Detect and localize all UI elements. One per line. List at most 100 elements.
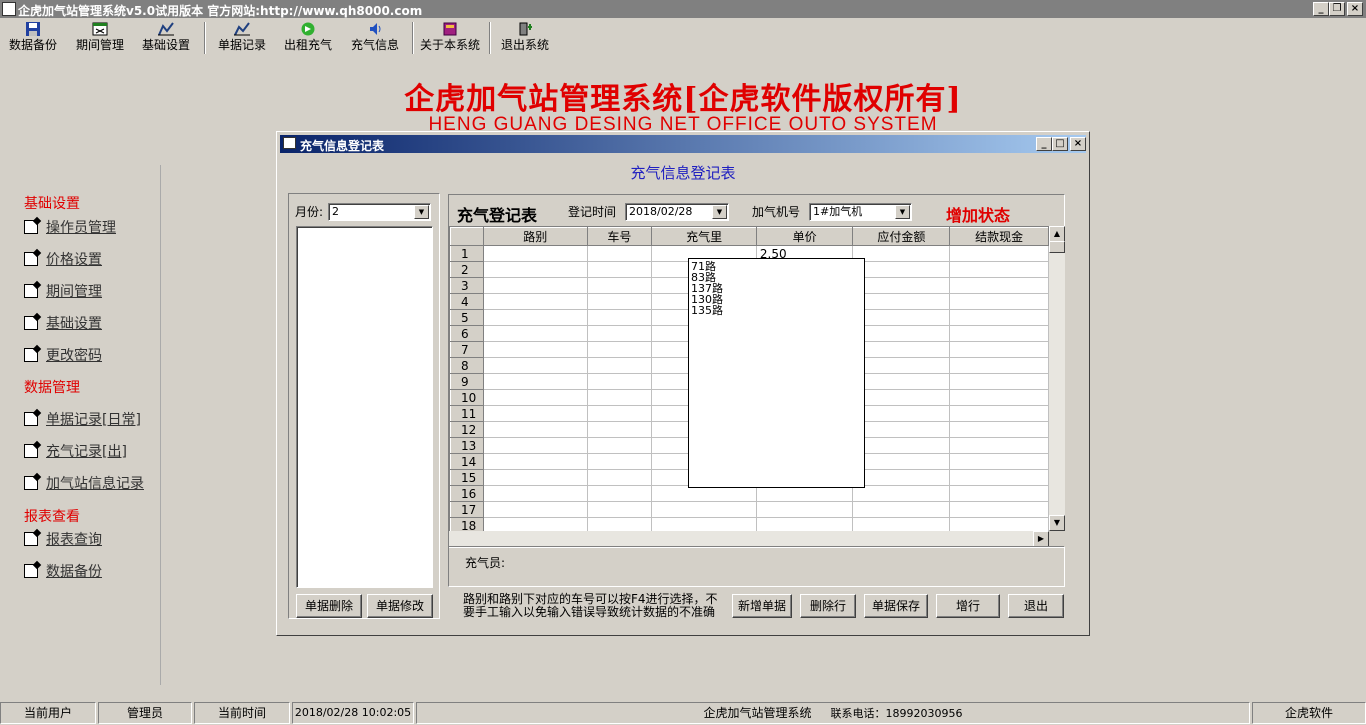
cell-cash[interactable] <box>949 309 1049 326</box>
cell-route[interactable] <box>482 437 588 454</box>
cell-cash[interactable] <box>949 325 1049 342</box>
cell-plate[interactable] <box>586 421 653 438</box>
cell-route[interactable] <box>482 405 588 422</box>
sidebar-item-report-query[interactable]: 报表查询 <box>24 529 102 549</box>
minimize-button[interactable]: _ <box>1313 2 1329 16</box>
restore-button[interactable]: ❐ <box>1329 2 1345 16</box>
cell-payable[interactable] <box>852 469 951 486</box>
cell-route[interactable] <box>482 325 588 342</box>
cell-payable[interactable] <box>852 389 951 406</box>
cell-route[interactable] <box>482 389 588 406</box>
new-bill-button[interactable]: 新增单据 <box>732 594 792 618</box>
route-dropdown-list[interactable]: 71路 83路 137路 130路 135路 <box>688 258 865 488</box>
dialog-minimize-button[interactable]: _ <box>1036 137 1052 151</box>
chevron-down-icon[interactable]: ▼ <box>414 205 429 219</box>
cell-route[interactable] <box>482 421 588 438</box>
exit-button[interactable]: 退出 <box>1008 594 1064 618</box>
cell-plate[interactable] <box>586 261 653 278</box>
cell-payable[interactable] <box>852 517 951 531</box>
delete-bill-button[interactable]: 单据删除 <box>296 594 362 618</box>
bill-list[interactable] <box>296 226 433 588</box>
cell-plate[interactable] <box>586 405 653 422</box>
cell-payable[interactable] <box>852 293 951 310</box>
scroll-down-icon[interactable]: ▼ <box>1049 515 1065 531</box>
dialog-maximize-button[interactable]: □ <box>1052 137 1068 151</box>
sidebar-item-change-password[interactable]: 更改密码 <box>24 345 102 365</box>
date-picker[interactable]: 2018/02/28 ▼ <box>625 203 729 221</box>
cell-route[interactable] <box>482 245 588 262</box>
column-header-plate[interactable]: 车号 <box>586 227 653 246</box>
column-header-payable[interactable]: 应付金额 <box>852 227 951 246</box>
column-header-route[interactable]: 路别 <box>482 227 588 246</box>
sidebar-item-gas-records[interactable]: 充气记录[出] <box>24 441 127 461</box>
cell-volume[interactable] <box>651 517 757 531</box>
cell-route[interactable] <box>482 341 588 358</box>
sidebar-item-bill-records[interactable]: 单据记录[日常] <box>24 409 141 429</box>
sidebar-item-price[interactable]: 价格设置 <box>24 249 102 269</box>
delete-row-button[interactable]: 删除行 <box>800 594 856 618</box>
cell-payable[interactable] <box>852 341 951 358</box>
toolbar-exit-button[interactable]: 退出系统 <box>498 20 552 56</box>
table-row[interactable]: 18 <box>450 517 1049 531</box>
cell-cash[interactable] <box>949 293 1049 310</box>
cell-payable[interactable] <box>852 261 951 278</box>
list-item[interactable]: 135路 <box>691 305 862 316</box>
toolbar-backup-button[interactable]: 数据备份 <box>6 20 60 56</box>
cell-cash[interactable] <box>949 453 1049 470</box>
sidebar-item-period[interactable]: 期间管理 <box>24 281 102 301</box>
cell-volume[interactable] <box>651 501 757 518</box>
cell-plate[interactable] <box>586 341 653 358</box>
cell-cash[interactable] <box>949 517 1049 531</box>
list-item[interactable]: 71路 <box>691 261 862 272</box>
grid-vertical-scrollbar[interactable]: ▲ ▼ <box>1049 226 1065 531</box>
chevron-down-icon[interactable]: ▼ <box>712 205 727 219</box>
cell-cash[interactable] <box>949 405 1049 422</box>
cell-plate[interactable] <box>586 485 653 502</box>
column-header-volume[interactable]: 充气里 <box>651 227 757 246</box>
month-select[interactable]: 2 ▼ <box>328 203 431 221</box>
column-header-price[interactable]: 单价 <box>755 227 854 246</box>
table-row[interactable]: 17 <box>450 501 1049 518</box>
cell-payable[interactable] <box>852 277 951 294</box>
cell-route[interactable] <box>482 293 588 310</box>
cell-route[interactable] <box>482 501 588 518</box>
cell-price[interactable] <box>755 517 854 531</box>
cell-payable[interactable] <box>852 245 951 262</box>
cell-plate[interactable] <box>586 325 653 342</box>
scroll-thumb[interactable] <box>1049 241 1065 253</box>
cell-payable[interactable] <box>852 437 951 454</box>
cell-plate[interactable] <box>586 501 653 518</box>
cell-cash[interactable] <box>949 357 1049 374</box>
close-button[interactable]: × <box>1347 2 1363 16</box>
cell-payable[interactable] <box>852 453 951 470</box>
cell-cash[interactable] <box>949 437 1049 454</box>
cell-payable[interactable] <box>852 485 951 502</box>
toolbar-basic-settings-button[interactable]: 基础设置 <box>139 20 193 56</box>
cell-route[interactable] <box>482 261 588 278</box>
cell-cash[interactable] <box>949 341 1049 358</box>
cell-route[interactable] <box>482 277 588 294</box>
cell-payable[interactable] <box>852 373 951 390</box>
cell-plate[interactable] <box>586 277 653 294</box>
scroll-right-icon[interactable]: ▶ <box>1033 531 1049 547</box>
cell-plate[interactable] <box>586 309 653 326</box>
cell-route[interactable] <box>482 517 588 531</box>
cell-payable[interactable] <box>852 309 951 326</box>
cell-payable[interactable] <box>852 421 951 438</box>
sidebar-item-basic-settings[interactable]: 基础设置 <box>24 313 102 333</box>
cell-route[interactable] <box>482 485 588 502</box>
cell-payable[interactable] <box>852 405 951 422</box>
cell-cash[interactable] <box>949 421 1049 438</box>
cell-plate[interactable] <box>586 293 653 310</box>
cell-route[interactable] <box>482 373 588 390</box>
toolbar-gas-info-button[interactable]: 充气信息 <box>348 20 402 56</box>
column-header-cash[interactable]: 结款现金 <box>949 227 1049 246</box>
cell-cash[interactable] <box>949 485 1049 502</box>
cell-plate[interactable] <box>586 357 653 374</box>
toolbar-rent-gas-button[interactable]: 出租充气 <box>281 20 335 56</box>
machine-select[interactable]: 1#加气机 ▼ <box>809 203 912 221</box>
sidebar-item-station-info[interactable]: 加气站信息记录 <box>24 473 144 493</box>
cell-cash[interactable] <box>949 501 1049 518</box>
cell-plate[interactable] <box>586 453 653 470</box>
cell-payable[interactable] <box>852 357 951 374</box>
